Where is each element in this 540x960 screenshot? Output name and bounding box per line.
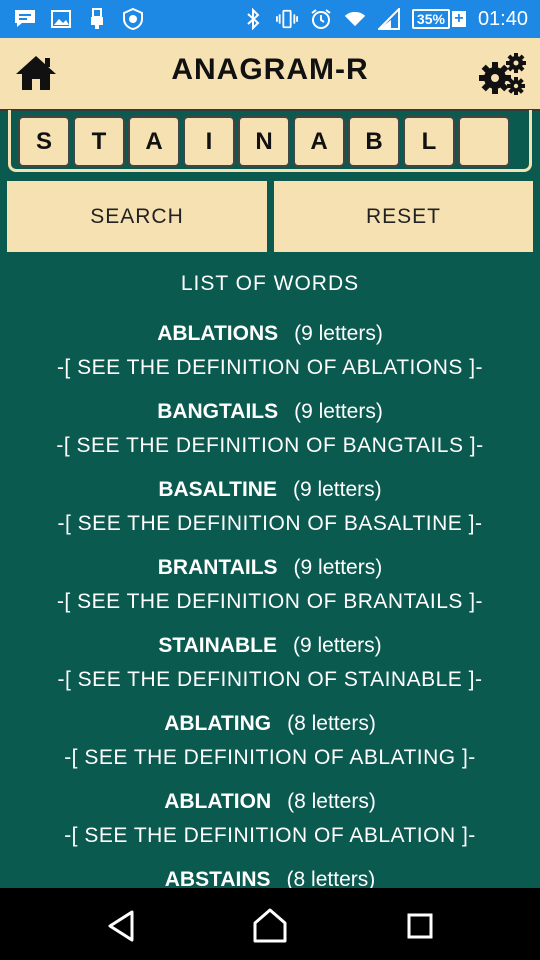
letter-count: (8 letters) bbox=[287, 790, 376, 813]
letter-tile[interactable]: L bbox=[403, 116, 455, 167]
word-entry: ABLATIONS (9 letters) -[ SEE THE DEFINITIO… bbox=[0, 318, 540, 396]
definition-link[interactable]: -[ SEE THE DEFINITION OF BASALTINE ]- bbox=[0, 506, 540, 542]
word-entry: BRANTAILS (9 letters) -[ SEE THE DEFINITIO… bbox=[0, 552, 540, 630]
search-button[interactable]: SEARCH bbox=[7, 181, 267, 252]
letter-count: (9 letters) bbox=[292, 634, 382, 657]
image-icon bbox=[50, 8, 72, 30]
word-text: ABLATING bbox=[164, 712, 272, 735]
letter-tile[interactable] bbox=[458, 116, 510, 167]
letter-count: (9 letters) bbox=[294, 400, 383, 423]
letter-tile[interactable]: A bbox=[293, 116, 345, 167]
word-text: ABSTAINS bbox=[164, 868, 271, 888]
recents-icon[interactable] bbox=[400, 906, 440, 946]
letter-count: (9 letters) bbox=[292, 478, 382, 501]
word-entry: BANGTAILS (9 letters) -[ SEE THE DEFINITIO… bbox=[0, 396, 540, 474]
word-entry: ABLATING (8 letters) -[ SEE THE DEFINITION… bbox=[0, 708, 540, 786]
word-text: STAINABLE bbox=[158, 634, 277, 657]
letter-tile[interactable]: I bbox=[183, 116, 235, 167]
alarm-icon bbox=[310, 8, 332, 30]
word-text: ABLATIONS bbox=[157, 322, 279, 345]
definition-link[interactable]: -[ SEE THE DEFINITION OF ABLATING ]- bbox=[0, 740, 540, 776]
word-entry: BASALTINE (9 letters) -[ SEE THE DEFINITIO… bbox=[0, 474, 540, 552]
gears-icon[interactable] bbox=[476, 50, 530, 98]
letter-count: (9 letters) bbox=[294, 322, 383, 345]
word-text: ABLATION bbox=[164, 790, 272, 813]
letter-tile[interactable]: N bbox=[238, 116, 290, 167]
letter-count: (8 letters) bbox=[286, 868, 376, 888]
letter-tile[interactable]: T bbox=[73, 116, 125, 167]
word-list: ABLATIONS (9 letters) -[ SEE THE DEFINITIO… bbox=[0, 318, 540, 888]
reset-button[interactable]: RESET bbox=[274, 181, 533, 252]
word-text: BANGTAILS bbox=[157, 400, 279, 423]
letter-tile[interactable]: B bbox=[348, 116, 400, 167]
battery-percent: 35% bbox=[411, 9, 450, 29]
word-entry: ABLATION (8 letters) -[ SEE THE DEFINITION… bbox=[0, 786, 540, 864]
definition-link[interactable]: -[ SEE THE DEFINITION OF ABLATION ]- bbox=[0, 818, 540, 854]
letter-count: (9 letters) bbox=[293, 556, 383, 579]
status-bar: 35% + 01:40 bbox=[0, 0, 540, 38]
chat-notification-icon bbox=[14, 8, 36, 30]
list-title: LIST OF WORDS bbox=[180, 272, 360, 295]
app-bar: ANAGRAM-R bbox=[0, 38, 540, 111]
bluetooth-icon bbox=[242, 8, 264, 30]
letter-tile[interactable]: S bbox=[18, 116, 70, 167]
word-entry: STAINABLE (9 letters) -[ SEE THE DEFINITIO… bbox=[0, 630, 540, 708]
definition-link[interactable]: -[ SEE THE DEFINITION OF STAINABLE ]- bbox=[0, 662, 540, 698]
word-entry: ABSTAINS (8 letters) bbox=[0, 864, 540, 888]
definition-link[interactable]: -[ SEE THE DEFINITION OF BRANTAILS ]- bbox=[0, 584, 540, 620]
app-title: ANAGRAM-R bbox=[171, 53, 369, 86]
battery-icon: 35% + bbox=[411, 9, 466, 29]
letter-count: (8 letters) bbox=[287, 712, 376, 735]
wifi-icon bbox=[344, 8, 366, 30]
usb-icon bbox=[86, 8, 108, 30]
vibrate-icon bbox=[275, 8, 298, 30]
definition-link[interactable]: -[ SEE THE DEFINITION OF BANGTAILS ]- bbox=[0, 428, 540, 464]
app-shield-icon bbox=[122, 8, 144, 30]
navigation-bar bbox=[0, 888, 540, 960]
letter-tiles: STAINABL bbox=[18, 116, 510, 167]
word-text: BRANTAILS bbox=[157, 556, 278, 579]
signal-icon bbox=[377, 8, 400, 30]
back-icon[interactable] bbox=[102, 906, 142, 946]
letter-tile[interactable]: A bbox=[128, 116, 180, 167]
word-text: BASALTINE bbox=[158, 478, 277, 501]
clock: 01:40 bbox=[477, 8, 528, 30]
home-icon[interactable] bbox=[250, 906, 290, 946]
definition-link[interactable]: -[ SEE THE DEFINITION OF ABLATIONS ]- bbox=[0, 350, 540, 386]
